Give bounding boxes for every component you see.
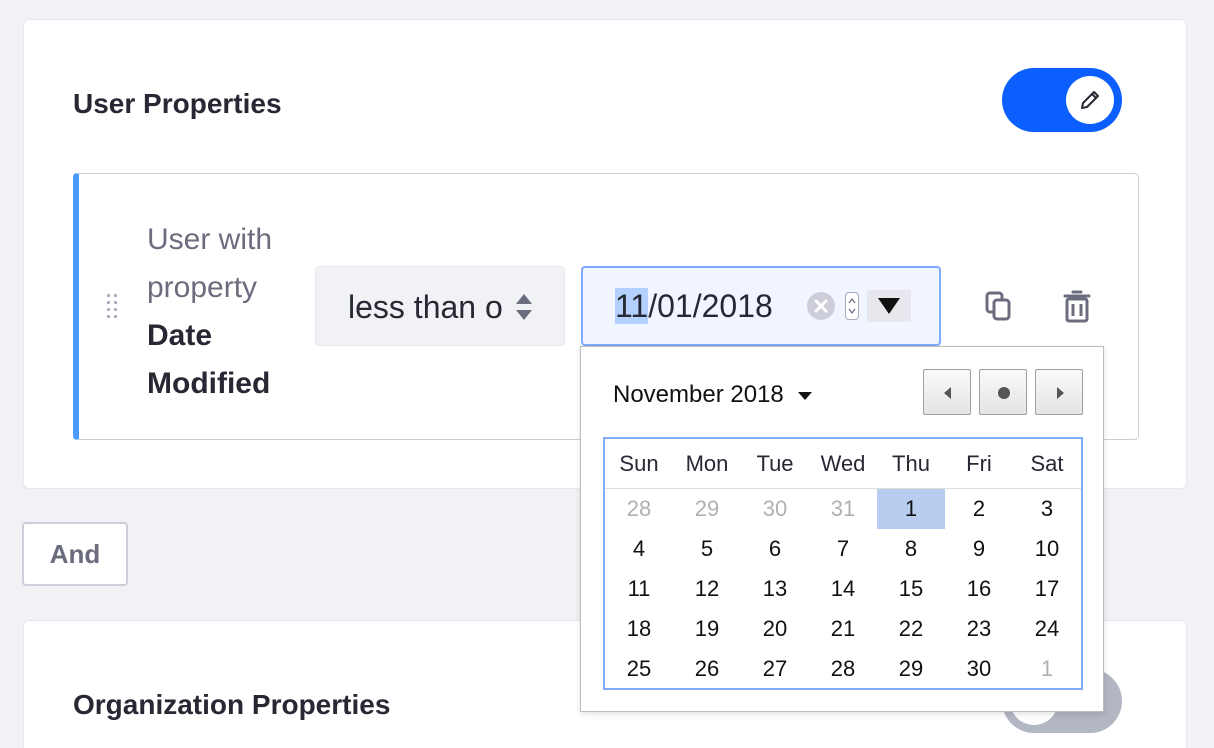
chevron-left-icon (944, 387, 951, 399)
calendar-day[interactable]: 7 (809, 529, 877, 569)
calendar-day[interactable]: 29 (673, 489, 741, 529)
caret-down-icon (797, 391, 812, 400)
calendar-day[interactable]: 8 (877, 529, 945, 569)
weekday-label: Tue (756, 451, 794, 476)
calendar-day[interactable]: 27 (741, 649, 809, 689)
calendar-grid: Sun Mon Tue Wed Thu Fri Sat 28 29 30 31 1 2 3 4 5 6 7 8 9 1… (603, 437, 1083, 690)
datepicker-popup: November 2018 Sun Mon Tue Wed Thu Fri Sat 28 29… (580, 346, 1104, 712)
weekday-label: Wed (820, 451, 866, 476)
toggle-knob (1066, 76, 1114, 124)
dropdown-arrow-icon[interactable] (867, 290, 911, 322)
calendar-day[interactable]: 2 (945, 489, 1013, 529)
calendar-day[interactable]: 24 (1013, 609, 1081, 649)
copy-icon[interactable] (979, 286, 1019, 326)
calendar-day[interactable]: 14 (809, 569, 877, 609)
panel-title: Organization Properties (73, 689, 391, 720)
month-year-select[interactable]: November 2018 (613, 381, 812, 409)
calendar-day[interactable]: 31 (809, 489, 877, 529)
calendar-day[interactable]: 19 (673, 609, 741, 649)
weekday-label: Thu (892, 451, 930, 476)
operator-select[interactable]: less than or equal to (315, 266, 565, 346)
calendar-day[interactable]: 23 (945, 609, 1013, 649)
edit-toggle[interactable] (1002, 68, 1122, 132)
calendar-day[interactable]: 11 (605, 569, 673, 609)
drag-handle-icon[interactable] (107, 294, 121, 320)
calendar-day[interactable]: 18 (605, 609, 673, 649)
calendar-day[interactable]: 25 (605, 649, 673, 689)
calendar-day[interactable]: 10 (1013, 529, 1081, 569)
calendar-day[interactable]: 26 (673, 649, 741, 689)
weekday-header: Sun Mon Tue Wed Thu Fri Sat (605, 439, 1081, 489)
date-value: 11/01/2018 (615, 288, 773, 325)
calendar-day-selected[interactable]: 1 (877, 489, 945, 529)
date-input[interactable]: 11/01/2018 (581, 266, 941, 346)
date-rest-segment[interactable]: /01/2018 (648, 288, 773, 324)
calendar-day[interactable]: 30 (945, 649, 1013, 689)
criteria-prefix: User with property (147, 223, 273, 304)
calendar-day[interactable]: 13 (741, 569, 809, 609)
property-name: Date Modified (147, 319, 271, 400)
weekday-label: Fri (966, 451, 992, 476)
panel-title: User Properties (73, 88, 282, 119)
calendar-day[interactable]: 5 (673, 529, 741, 569)
next-month-button[interactable] (1035, 369, 1083, 415)
calendar-day[interactable]: 15 (877, 569, 945, 609)
calendar-day[interactable]: 4 (605, 529, 673, 569)
calendar-day[interactable]: 1 (1013, 649, 1081, 689)
calendar-day[interactable]: 12 (673, 569, 741, 609)
calendar-day[interactable]: 28 (605, 489, 673, 529)
weekday-label: Sun (619, 451, 659, 476)
calendar-day[interactable]: 29 (877, 649, 945, 689)
calendar-day[interactable]: 9 (945, 529, 1013, 569)
today-dot-icon (998, 387, 1010, 399)
calendar-day[interactable]: 6 (741, 529, 809, 569)
previous-month-button[interactable] (923, 369, 971, 415)
clear-icon[interactable] (807, 292, 835, 320)
and-conjunction-button[interactable]: And (22, 522, 128, 586)
date-month-segment[interactable]: 11 (615, 288, 649, 324)
calendar-day[interactable]: 20 (741, 609, 809, 649)
calendar-day[interactable]: 30 (741, 489, 809, 529)
select-arrows-icon (514, 291, 534, 323)
today-button[interactable] (979, 369, 1027, 415)
operator-value: less than or equal to (348, 289, 503, 325)
chevron-right-icon (1057, 387, 1064, 399)
spinner-icon[interactable] (845, 292, 859, 320)
calendar-day[interactable]: 17 (1013, 569, 1081, 609)
trash-icon[interactable] (1057, 286, 1097, 326)
calendar-day[interactable]: 3 (1013, 489, 1081, 529)
calendar-day[interactable]: 22 (877, 609, 945, 649)
weekday-label: Mon (685, 451, 729, 476)
calendar-day[interactable]: 28 (809, 649, 877, 689)
weekday-label: Sat (1030, 451, 1064, 476)
month-year-label: November 2018 (613, 381, 784, 408)
calendar-day[interactable]: 16 (945, 569, 1013, 609)
criteria-description: User with property Date Modified (147, 216, 317, 408)
calendar-day[interactable]: 21 (809, 609, 877, 649)
